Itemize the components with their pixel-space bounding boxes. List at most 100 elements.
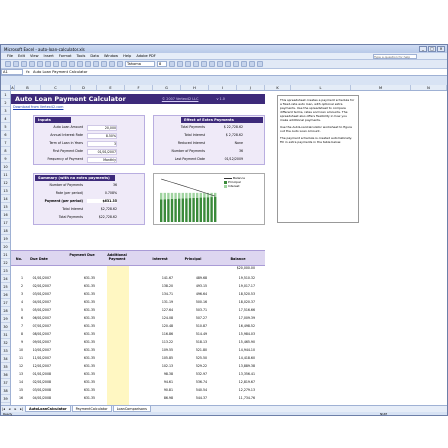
col-header[interactable]: J: [237, 85, 265, 90]
preview-icon[interactable]: [37, 61, 43, 67]
row-header[interactable]: 4: [1, 115, 10, 123]
vertex42-link[interactable]: © 2007 Vertex42 LLC: [162, 97, 199, 101]
percent-icon[interactable]: [233, 61, 239, 67]
col-header[interactable]: F: [125, 85, 153, 90]
row-header[interactable]: 32: [1, 339, 10, 347]
row-header[interactable]: 35: [1, 363, 10, 371]
row-header[interactable]: 23: [1, 267, 10, 275]
row-header[interactable]: 22: [1, 259, 10, 267]
row-header[interactable]: 2: [1, 99, 10, 107]
sum-icon[interactable]: [93, 61, 99, 67]
undo-icon[interactable]: [77, 61, 83, 67]
col-header[interactable]: B: [15, 85, 41, 90]
font-select[interactable]: Tahoma: [125, 61, 155, 67]
row-header[interactable]: 17: [1, 219, 10, 227]
row-header[interactable]: 19: [1, 235, 10, 243]
minimize-button[interactable]: _: [419, 46, 427, 52]
tab-next-icon[interactable]: ▸: [13, 407, 18, 411]
fill-color-icon[interactable]: [249, 61, 255, 67]
row-header[interactable]: 38: [1, 387, 10, 395]
select-all-corner[interactable]: [1, 85, 11, 90]
col-header[interactable]: G: [153, 85, 181, 90]
row-header[interactable]: 30: [1, 323, 10, 331]
row-header[interactable]: 13: [1, 187, 10, 195]
row-header[interactable]: 33: [1, 347, 10, 355]
tab-prev-icon[interactable]: ◂: [7, 407, 12, 411]
fx-icon[interactable]: fx: [23, 70, 33, 74]
menu-adobe-pdf[interactable]: Adobe PDF: [136, 54, 156, 58]
term-input[interactable]: 3: [87, 141, 117, 147]
col-header[interactable]: K: [265, 85, 291, 90]
row-header[interactable]: 28: [1, 307, 10, 315]
print-icon[interactable]: [29, 61, 35, 67]
row-header[interactable]: 9: [1, 155, 10, 163]
formula-content[interactable]: Auto Loan Payment Calculator: [33, 70, 87, 74]
row-header[interactable]: 16: [1, 211, 10, 219]
menu-view[interactable]: View: [30, 54, 39, 58]
merge-icon[interactable]: [217, 61, 223, 67]
col-header[interactable]: M: [351, 85, 411, 90]
sort-icon[interactable]: [101, 61, 107, 67]
col-header[interactable]: E: [97, 85, 125, 90]
menu-window[interactable]: Window: [104, 54, 118, 58]
spelling-icon[interactable]: [45, 61, 51, 67]
row-header[interactable]: 15: [1, 203, 10, 211]
col-header[interactable]: L: [291, 85, 351, 90]
menu-tools[interactable]: Tools: [77, 54, 86, 58]
row-header[interactable]: 1: [1, 91, 10, 99]
borders-icon[interactable]: [241, 61, 247, 67]
menu-format[interactable]: Format: [59, 54, 72, 58]
help-search-input[interactable]: Type a question for help: [373, 53, 417, 59]
row-header[interactable]: 11: [1, 171, 10, 179]
row-header[interactable]: 27: [1, 299, 10, 307]
first-payment-date-input[interactable]: 01/01/2007: [87, 149, 117, 155]
row-header[interactable]: 37: [1, 379, 10, 387]
currency-icon[interactable]: [225, 61, 231, 67]
open-icon[interactable]: [13, 61, 19, 67]
row-header[interactable]: 18: [1, 227, 10, 235]
menu-insert[interactable]: Insert: [44, 54, 54, 58]
interest-rate-input[interactable]: 8.50%: [87, 133, 117, 139]
loan-amount-input[interactable]: 20,000: [87, 125, 117, 131]
menu-file[interactable]: File: [7, 54, 13, 58]
row-header[interactable]: 10: [1, 163, 10, 171]
row-header[interactable]: 8: [1, 147, 10, 155]
row-header[interactable]: 26: [1, 291, 10, 299]
row-header[interactable]: 29: [1, 315, 10, 323]
frequency-select[interactable]: Monthly: [87, 157, 117, 163]
close-button[interactable]: ×: [437, 46, 445, 52]
menu-edit[interactable]: Edit: [18, 54, 25, 58]
bold-icon[interactable]: [169, 61, 175, 67]
font-size-select[interactable]: 8: [157, 61, 167, 67]
zoom-icon[interactable]: [117, 61, 123, 67]
balance-chart[interactable]: Balance Principal Interest: [153, 173, 265, 225]
col-header[interactable]: C: [41, 85, 71, 90]
row-header[interactable]: 7: [1, 139, 10, 147]
row-header[interactable]: 39: [1, 395, 10, 403]
row-header[interactable]: 24: [1, 275, 10, 283]
underline-icon[interactable]: [185, 61, 191, 67]
worksheet[interactable]: Auto Loan Payment Calculator © 2007 Vert…: [11, 91, 447, 405]
row-header[interactable]: 20: [1, 243, 10, 251]
align-left-icon[interactable]: [193, 61, 199, 67]
tab-first-icon[interactable]: |◂: [1, 407, 6, 411]
row-header[interactable]: 21: [1, 251, 10, 259]
row-header[interactable]: 5: [1, 123, 10, 131]
menu-data[interactable]: Data: [90, 54, 99, 58]
row-header[interactable]: 6: [1, 131, 10, 139]
row-header[interactable]: 36: [1, 371, 10, 379]
align-right-icon[interactable]: [209, 61, 215, 67]
col-header[interactable]: H: [181, 85, 209, 90]
save-icon[interactable]: [21, 61, 27, 67]
paste-icon[interactable]: [69, 61, 75, 67]
tab-last-icon[interactable]: ▸|: [19, 407, 24, 411]
col-header[interactable]: I: [209, 85, 237, 90]
redo-icon[interactable]: [85, 61, 91, 67]
row-header[interactable]: 34: [1, 355, 10, 363]
italic-icon[interactable]: [177, 61, 183, 67]
new-icon[interactable]: [5, 61, 11, 67]
menu-help[interactable]: Help: [123, 54, 131, 58]
col-header[interactable]: N: [411, 85, 447, 90]
chart-icon[interactable]: [109, 61, 115, 67]
copy-icon[interactable]: [61, 61, 67, 67]
